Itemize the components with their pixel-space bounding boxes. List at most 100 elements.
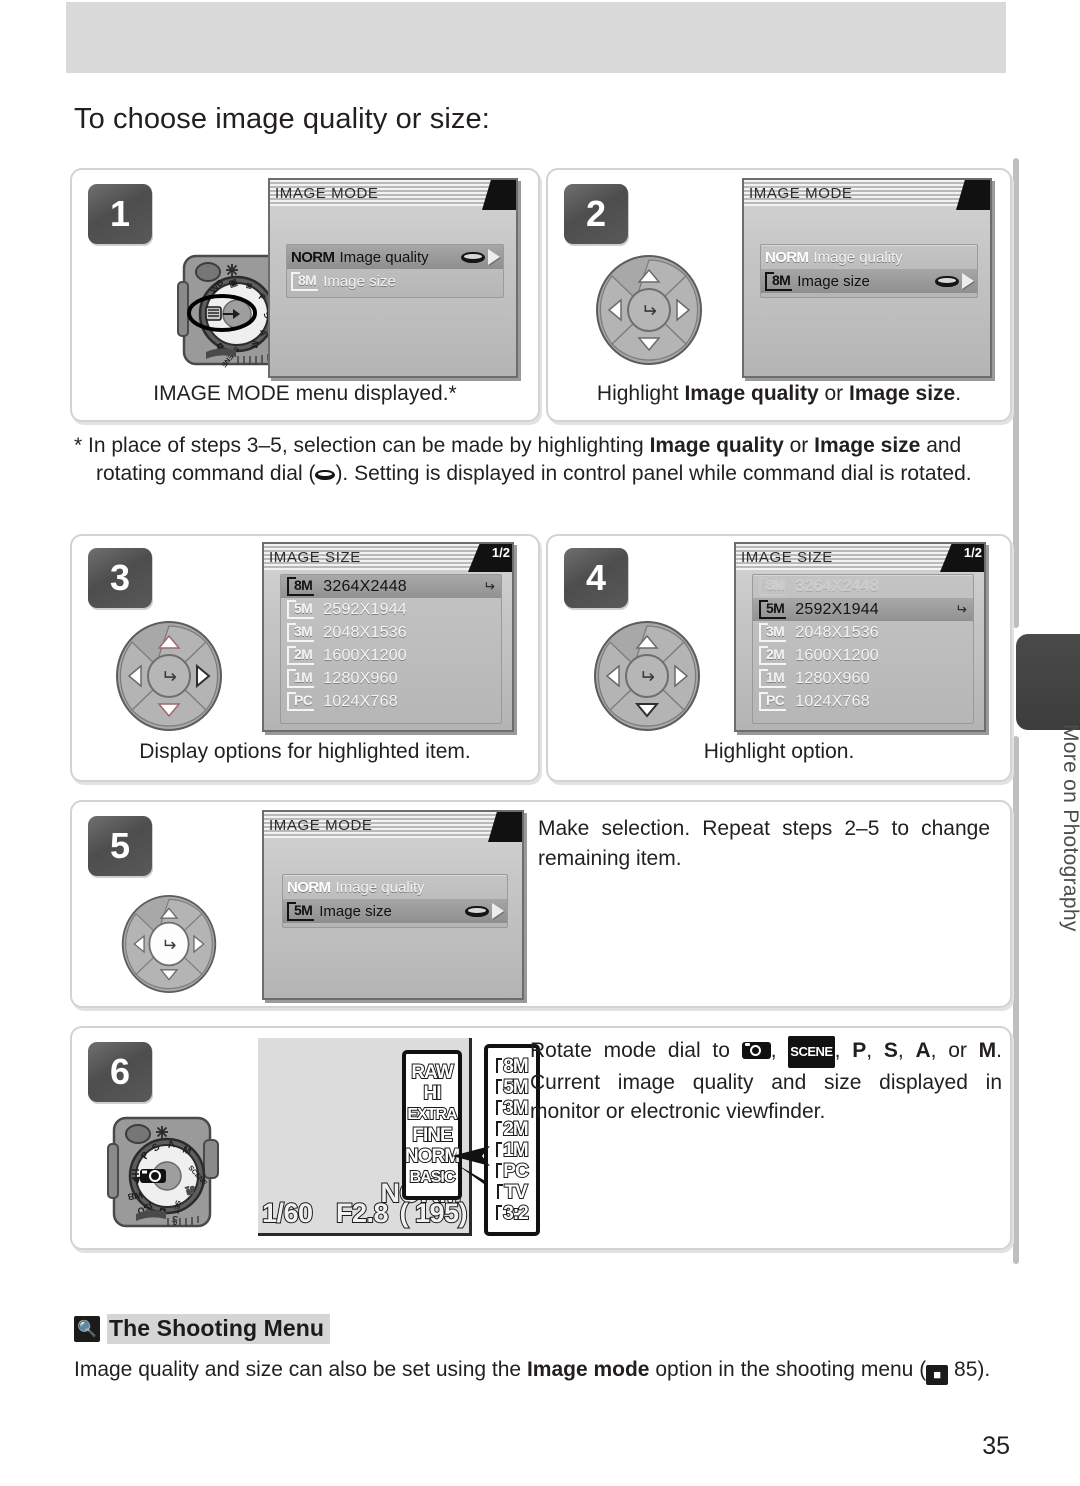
lcd-monitor-1: IMAGE MODE NORM Image quality 8M Image s… xyxy=(268,178,518,378)
option-badge-1m-3: 1M xyxy=(287,669,315,688)
scene-mode-icon: SCENE xyxy=(788,1036,835,1068)
multi-selector-5[interactable]: ↵ xyxy=(120,890,218,998)
note-part2: option in the shooting menu ( xyxy=(649,1358,927,1381)
step-number-2: 2 xyxy=(564,184,628,244)
quality-callout-basic: BASIC xyxy=(409,1168,457,1187)
step-caption-2: Highlight Image quality or Image size. xyxy=(548,382,1010,406)
book-reference-icon: ■ xyxy=(926,1365,949,1385)
footnote-part2: or xyxy=(783,434,815,457)
footnote-part4: ). Setting is displayed in control panel… xyxy=(335,462,972,485)
magnifier-icon: 🔍 xyxy=(74,1316,100,1342)
footnote-bold2: Image size xyxy=(814,434,921,457)
option-label-5m-3: 2592X1944 xyxy=(323,600,407,618)
menu-row-label-1b: Image size xyxy=(323,272,396,290)
s6-sep1: , xyxy=(770,1039,789,1062)
option-row-pc-3[interactable]: PC 1024X768 xyxy=(281,690,501,713)
quality-badge-5: NORM xyxy=(287,878,331,896)
option-label-3m-3: 2048X1536 xyxy=(323,623,407,641)
size-badge-2: 8M xyxy=(765,271,793,291)
menu-row-image-size-5[interactable]: 5M Image size xyxy=(283,899,507,923)
menu-row-label-5a: Image quality xyxy=(335,878,425,896)
menu-row-image-size-2[interactable]: 8M Image size xyxy=(761,269,977,293)
menu-row-label-5b: Image size xyxy=(319,902,392,920)
lcd-page-indicator-4: 1/2 xyxy=(963,545,982,560)
step-6-description: Rotate mode dial to , SCENE, P, S, A, or… xyxy=(530,1036,1002,1126)
option-row-2m-4[interactable]: 2M 1600X1200 xyxy=(753,644,973,667)
option-row-1m-3[interactable]: 1M 1280X960 xyxy=(281,667,501,690)
multi-selector-2[interactable]: ↵ xyxy=(594,254,704,366)
option-badge-2m-3: 2M xyxy=(287,646,315,665)
multi-selector-3[interactable]: ↵ xyxy=(114,620,224,732)
option-badge-8m-4: 8M xyxy=(759,577,787,596)
lcd-title-2: IMAGE MODE xyxy=(744,180,990,206)
menu-row-image-quality-1[interactable]: NORM Image quality xyxy=(287,245,503,269)
step-number-3: 3 xyxy=(88,548,152,608)
caption-2-seg4: . xyxy=(955,382,962,405)
note-body: Image quality and size can also be set u… xyxy=(74,1355,1012,1385)
option-row-8m-3[interactable]: 8M 3264X2448 ↵ xyxy=(281,575,501,598)
option-badge-8m-3: 8M xyxy=(287,577,315,596)
option-label-2m-4: 1600X1200 xyxy=(795,646,879,664)
quality-badge-2: NORM xyxy=(765,248,809,266)
step-number-6: 6 xyxy=(88,1042,152,1102)
caption-2-seg0: Highlight xyxy=(596,382,685,405)
s6-mode-p: P xyxy=(852,1039,867,1062)
lcd-title-1: IMAGE MODE xyxy=(270,180,516,206)
caption-2-seg3: Image size xyxy=(849,382,956,405)
command-dial-icon-1 xyxy=(461,250,485,265)
option-row-3m-3[interactable]: 3M 2048X1536 xyxy=(281,621,501,644)
option-label-1m-4: 1280X960 xyxy=(795,669,870,687)
option-row-1m-4[interactable]: 1M 1280X960 xyxy=(753,667,973,690)
svg-text:WB: WB xyxy=(126,1190,143,1202)
menu-row-image-size-1[interactable]: 8M Image size xyxy=(287,269,503,293)
lcd-menu-box-2: NORM Image quality 8M Image size xyxy=(760,244,978,298)
page-number: 35 xyxy=(982,1432,1010,1460)
option-label-pc-3: 1024X768 xyxy=(323,692,398,710)
menu-row-image-quality-2[interactable]: NORM Image quality xyxy=(761,245,977,269)
step-card-5: 5 ↵ IMAGE MODE NORM Image quality 5M Ima… xyxy=(70,800,1012,1008)
option-badge-5m-3: 5M xyxy=(287,600,315,619)
step-card-3: 3 ↵ IMAGE SIZE 1/2 8M 3264X2448 ↵ 5M 259… xyxy=(70,534,540,782)
control-panel-frames: ( 195) xyxy=(398,1197,468,1229)
menu-row-image-quality-5[interactable]: NORM Image quality xyxy=(283,875,507,899)
option-row-5m-3[interactable]: 5M 2592X1944 xyxy=(281,598,501,621)
multi-selector-4[interactable]: ↵ xyxy=(592,620,702,732)
chevron-right-icon-5 xyxy=(492,903,504,919)
size-badge-5: 5M xyxy=(287,901,315,921)
note-part3: 85). xyxy=(948,1358,991,1381)
lcd-page-indicator-3: 1/2 xyxy=(491,545,510,560)
command-dial-icon-5 xyxy=(465,904,489,919)
menu-row-label-1a: Image quality xyxy=(339,248,429,266)
lcd-monitor-3: IMAGE SIZE 1/2 8M 3264X2448 ↵ 5M 2592X19… xyxy=(262,542,514,732)
option-row-5m-4[interactable]: 5M 2592X1944 ↵ xyxy=(753,598,973,621)
note-header: 🔍 The Shooting Menu xyxy=(74,1314,331,1344)
option-badge-3m-4: 3M xyxy=(759,623,787,642)
option-label-pc-4: 1024X768 xyxy=(795,692,870,710)
option-row-2m-3[interactable]: 2M 1600X1200 xyxy=(281,644,501,667)
lcd-monitor-2: IMAGE MODE NORM Image quality 8M Image s… xyxy=(742,178,992,378)
option-row-3m-4[interactable]: 3M 2048X1536 xyxy=(753,621,973,644)
s6-sep3: , xyxy=(897,1039,916,1062)
svg-text:↵: ↵ xyxy=(161,667,177,688)
lcd-options-box-4: 8M 3264X2448 5M 2592X1944 ↵ 3M 2048X1536… xyxy=(752,574,974,724)
command-dial-icon-2 xyxy=(935,274,959,289)
size-callout-8m: 8M xyxy=(496,1055,530,1078)
size-callout-1m: 1M xyxy=(496,1139,530,1162)
option-badge-2m-4: 2M xyxy=(759,646,787,665)
option-row-pc-4[interactable]: PC 1024X768 xyxy=(753,690,973,713)
svg-text:A: A xyxy=(167,1139,176,1151)
quality-badge-1: NORM xyxy=(291,248,335,266)
step-caption-3: Display options for highlighted item. xyxy=(139,740,471,763)
quality-callout-box: RAW HI EXTRA FINE NORM BASIC xyxy=(402,1050,462,1200)
option-row-8m-4[interactable]: 8M 3264X2448 xyxy=(753,575,973,598)
step-caption-1: IMAGE MODE menu displayed.* xyxy=(153,382,457,405)
note-bold: Image mode xyxy=(526,1358,650,1381)
caption-2-seg1: Image quality xyxy=(684,382,819,405)
option-label-8m-4: 3264X2448 xyxy=(795,577,879,595)
lcd-options-box-3: 8M 3264X2448 ↵ 5M 2592X1944 3M 2048X1536… xyxy=(280,574,502,724)
lcd-monitor-5: IMAGE MODE NORM Image quality 5M Image s… xyxy=(262,810,524,1000)
footnote: * In place of steps 3–5, selection can b… xyxy=(74,432,1012,488)
command-dial-icon-inline xyxy=(315,469,336,482)
page-header-band xyxy=(66,2,1006,73)
size-callout-5m: 5M xyxy=(496,1076,530,1099)
